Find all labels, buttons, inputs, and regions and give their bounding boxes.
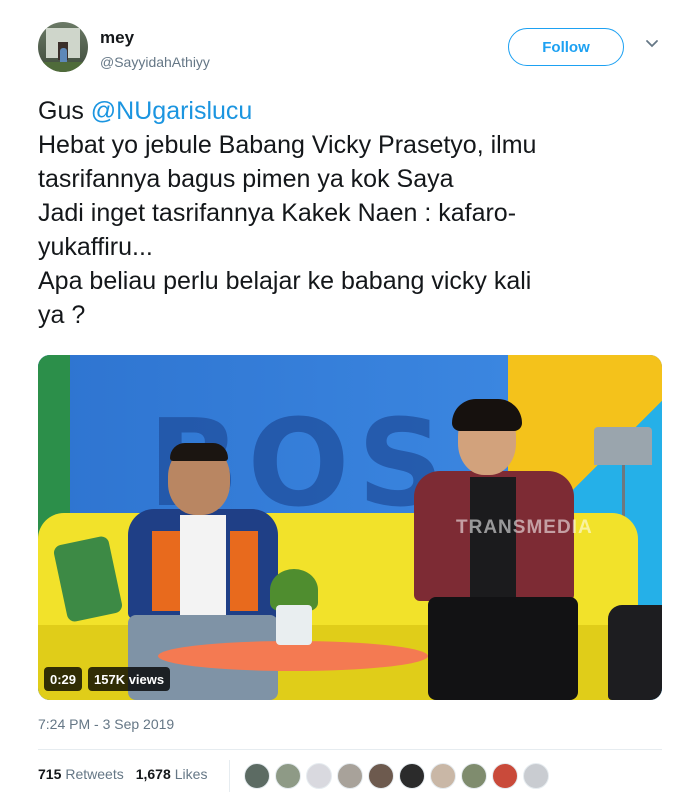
video-lamp — [594, 427, 652, 465]
liker-avatar[interactable] — [523, 763, 549, 789]
user-handle[interactable]: @SayyidahAthiyy — [100, 54, 210, 70]
liker-avatar[interactable] — [337, 763, 363, 789]
video-duration-badge: 0:29 — [44, 667, 83, 691]
tweet-text: Gus @NUgarislucu Hebat yo jebule Babang … — [38, 94, 668, 332]
liker-avatar[interactable] — [244, 763, 270, 789]
tweet-stats: 715 Retweets 1,678 Likes — [38, 766, 219, 782]
video-watermark: TRANSMEDIA — [456, 517, 593, 538]
follow-button[interactable]: Follow — [508, 28, 624, 66]
liker-avatar[interactable] — [461, 763, 487, 789]
liker-avatar[interactable] — [368, 763, 394, 789]
liker-avatar[interactable] — [492, 763, 518, 789]
tweet-header: mey @SayyidahAthiyy Follow — [38, 22, 668, 82]
liker-avatar[interactable] — [275, 763, 301, 789]
retweets-count[interactable]: 715 — [38, 766, 61, 782]
person-left-stripe — [152, 531, 180, 611]
video-person-right — [408, 399, 598, 700]
divider — [38, 749, 662, 750]
video-player[interactable]: BOS TRANSMEDIA 0:29 157K views — [38, 355, 662, 700]
user-name[interactable]: mey — [100, 28, 134, 48]
video-views-badge: 157K views — [88, 667, 171, 691]
video-plant-pot — [276, 605, 312, 645]
video-table — [158, 641, 428, 671]
person-right-legs — [428, 597, 578, 700]
person-right-hair — [452, 399, 522, 431]
chevron-down-icon[interactable] — [644, 36, 660, 52]
video-arm-edge — [608, 605, 662, 700]
person-left-shirt — [180, 515, 226, 615]
person-left-stripe-right — [230, 531, 258, 611]
tweet-body: Hebat yo jebule Babang Vicky Prasetyo, i… — [38, 131, 537, 329]
likes-label[interactable]: Likes — [175, 766, 208, 782]
liker-avatar[interactable] — [399, 763, 425, 789]
retweets-label[interactable]: Retweets — [65, 766, 123, 782]
person-left-hair — [170, 443, 228, 461]
mention-link[interactable]: @NUgarislucu — [91, 97, 253, 125]
liker-avatar[interactable] — [306, 763, 332, 789]
avatar[interactable] — [38, 22, 88, 72]
liker-avatar[interactable] — [430, 763, 456, 789]
tweet-prefix: Gus — [38, 97, 91, 125]
likers-avatars — [244, 763, 554, 789]
avatar-grass — [38, 62, 88, 72]
stats-separator — [229, 760, 230, 792]
likes-count[interactable]: 1,678 — [136, 766, 171, 782]
tweet-timestamp[interactable]: 7:24 PM - 3 Sep 2019 — [38, 716, 174, 732]
